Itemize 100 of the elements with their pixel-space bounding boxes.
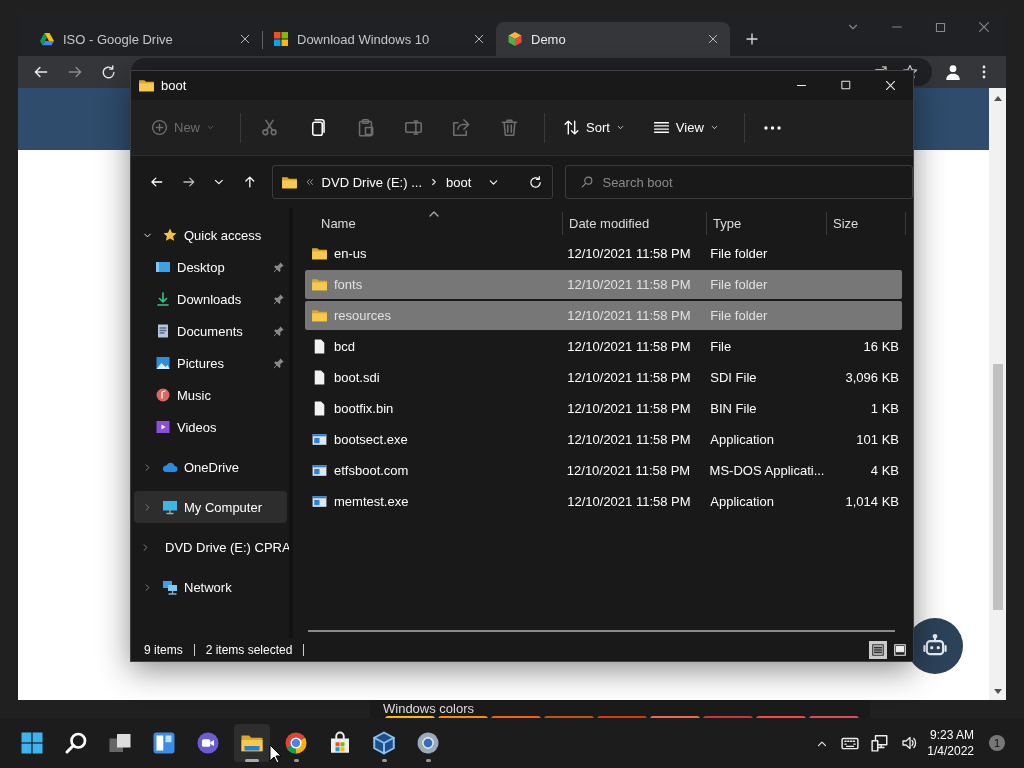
maximize-icon[interactable] bbox=[934, 20, 947, 34]
refresh-icon[interactable] bbox=[528, 174, 544, 190]
sidebar-item[interactable]: Desktop bbox=[134, 251, 287, 283]
date-cell: 12/10/2021 11:58 PM bbox=[567, 246, 691, 261]
sidebar-item[interactable]: Network bbox=[134, 571, 287, 603]
file-name: bootsect.exe bbox=[334, 432, 408, 447]
running-indicator bbox=[245, 759, 259, 762]
breadcrumb-item[interactable]: boot bbox=[446, 174, 472, 190]
address-field[interactable]: DVD Drive (E:) ... boot bbox=[271, 165, 554, 199]
running-indicator bbox=[293, 759, 299, 762]
browser-tab[interactable]: Demo bbox=[496, 22, 730, 56]
document-icon bbox=[155, 323, 171, 339]
clock-time: 9:23 AM bbox=[929, 727, 974, 743]
window-title: boot bbox=[161, 78, 187, 93]
clock[interactable]: 9:23 AM 1/4/2022 bbox=[927, 727, 974, 759]
details-view-button[interactable] bbox=[869, 640, 887, 659]
widgets-icon bbox=[152, 731, 176, 755]
video-icon bbox=[155, 419, 171, 435]
sidebar-item[interactable]: Quick access bbox=[134, 219, 287, 251]
music-note-icon bbox=[155, 387, 171, 403]
drive-logo-icon bbox=[39, 31, 55, 47]
size-cell: 16 KB bbox=[863, 339, 899, 354]
column-header[interactable]: Name bbox=[305, 212, 563, 235]
monitor-icon bbox=[162, 499, 178, 515]
profile-avatar-icon[interactable] bbox=[944, 63, 962, 81]
sidebar-item[interactable]: DVD Drive (E:) CPRA bbox=[134, 531, 287, 563]
folder-icon bbox=[311, 276, 328, 293]
windows-logo-icon bbox=[20, 731, 44, 755]
chevron-down-icon bbox=[206, 123, 215, 132]
close-icon[interactable] bbox=[239, 33, 251, 45]
horizontal-scrollbar[interactable] bbox=[308, 630, 895, 632]
file-row[interactable]: bootfix.bin 12/10/2021 11:58 PM BIN File 1 KB bbox=[305, 394, 902, 423]
four-squares-icon bbox=[273, 31, 289, 47]
size-cell: 1,014 KB bbox=[845, 494, 899, 509]
star-icon bbox=[162, 227, 178, 243]
breadcrumb-item[interactable]: DVD Drive (E:) ... bbox=[321, 174, 422, 190]
size-cell: 1 KB bbox=[870, 401, 899, 416]
scroll-up-icon[interactable] bbox=[992, 94, 1003, 102]
trash-icon bbox=[499, 118, 519, 137]
column-header[interactable]: Type bbox=[707, 212, 827, 235]
video-chat-icon bbox=[196, 731, 220, 755]
scrollbar[interactable] bbox=[989, 88, 1006, 700]
cut-icon bbox=[259, 118, 279, 137]
folder-icon bbox=[138, 77, 155, 94]
close-icon[interactable] bbox=[473, 33, 485, 45]
column-header[interactable]: Date modified bbox=[563, 212, 707, 235]
size-cell: 4 KB bbox=[870, 463, 899, 478]
network-icon bbox=[162, 579, 178, 595]
file-row[interactable]: boot.sdi 12/10/2021 11:58 PM SDI File 3,096 KB bbox=[305, 363, 902, 392]
notification-badge[interactable]: 1 bbox=[989, 735, 1005, 751]
type-cell: File folder bbox=[710, 246, 768, 261]
reload-icon[interactable] bbox=[100, 63, 117, 81]
rename-icon bbox=[403, 118, 423, 137]
sort-button[interactable]: Sort bbox=[553, 109, 635, 146]
type-cell: Application bbox=[710, 432, 774, 447]
file-row[interactable]: bootsect.exe 12/10/2021 11:58 PM Application 101 KB bbox=[305, 425, 902, 454]
sort-arrows-icon bbox=[563, 119, 580, 136]
scrollbar-thumb[interactable] bbox=[992, 364, 1003, 610]
gear-icon bbox=[416, 731, 440, 755]
size-cell: 3,096 KB bbox=[845, 370, 899, 385]
scroll-down-icon[interactable] bbox=[992, 688, 1003, 696]
date-cell: 12/10/2021 11:58 PM bbox=[567, 370, 691, 385]
file-name: bcd bbox=[334, 339, 355, 354]
file-explorer-button[interactable] bbox=[234, 724, 270, 762]
file-row[interactable]: bcd 12/10/2021 11:58 PM File 16 KB bbox=[305, 332, 902, 361]
file-name: resources bbox=[334, 308, 392, 323]
maximize-icon[interactable] bbox=[840, 79, 852, 91]
file-row[interactable]: etfsboot.com 12/10/2021 11:58 PM MS-DOS Applicati... 4 KB bbox=[305, 456, 902, 485]
file-row[interactable]: memtest.exe 12/10/2021 11:58 PM Application 1,014 KB bbox=[305, 487, 902, 516]
chevron-down-icon bbox=[615, 123, 625, 132]
view-button[interactable]: View bbox=[642, 109, 729, 146]
sidebar-item[interactable]: Documents bbox=[134, 315, 287, 347]
desktop-icon bbox=[155, 259, 171, 275]
browser-tab[interactable]: ISO - Google Drive bbox=[28, 22, 262, 56]
file-name: boot.sdi bbox=[334, 370, 380, 385]
browser-tab[interactable]: Download Windows 10 bbox=[262, 22, 496, 56]
sidebar-item[interactable]: OneDrive bbox=[134, 451, 287, 483]
section-heading: Windows colors bbox=[383, 701, 475, 716]
plus-icon[interactable] bbox=[744, 31, 760, 47]
search-icon bbox=[64, 731, 88, 755]
plus-circle-icon bbox=[151, 119, 168, 136]
search-field[interactable]: Search boot bbox=[565, 165, 913, 199]
folder-icon bbox=[311, 245, 328, 262]
file-row[interactable]: en-us 12/10/2021 11:58 PM File folder bbox=[305, 239, 902, 268]
type-cell: File folder bbox=[710, 277, 768, 292]
sidebar-item[interactable]: Downloads bbox=[134, 283, 287, 315]
cube-icon bbox=[507, 31, 523, 47]
speaker-icon[interactable] bbox=[901, 735, 918, 751]
sidebar-item[interactable]: Pictures bbox=[134, 347, 287, 379]
app-window-icon bbox=[311, 431, 328, 448]
share-icon bbox=[451, 118, 471, 137]
search-icon bbox=[580, 175, 595, 189]
size-cell: 101 KB bbox=[856, 432, 899, 447]
sidebar-item[interactable]: Videos bbox=[134, 411, 287, 443]
close-icon[interactable] bbox=[707, 33, 719, 45]
sidebar-item[interactable]: My Computer bbox=[134, 491, 287, 523]
sidebar-item[interactable]: Music bbox=[134, 379, 287, 411]
app-window-icon bbox=[311, 462, 328, 479]
column-header[interactable]: Size bbox=[827, 212, 906, 235]
network-icon[interactable] bbox=[871, 734, 890, 752]
